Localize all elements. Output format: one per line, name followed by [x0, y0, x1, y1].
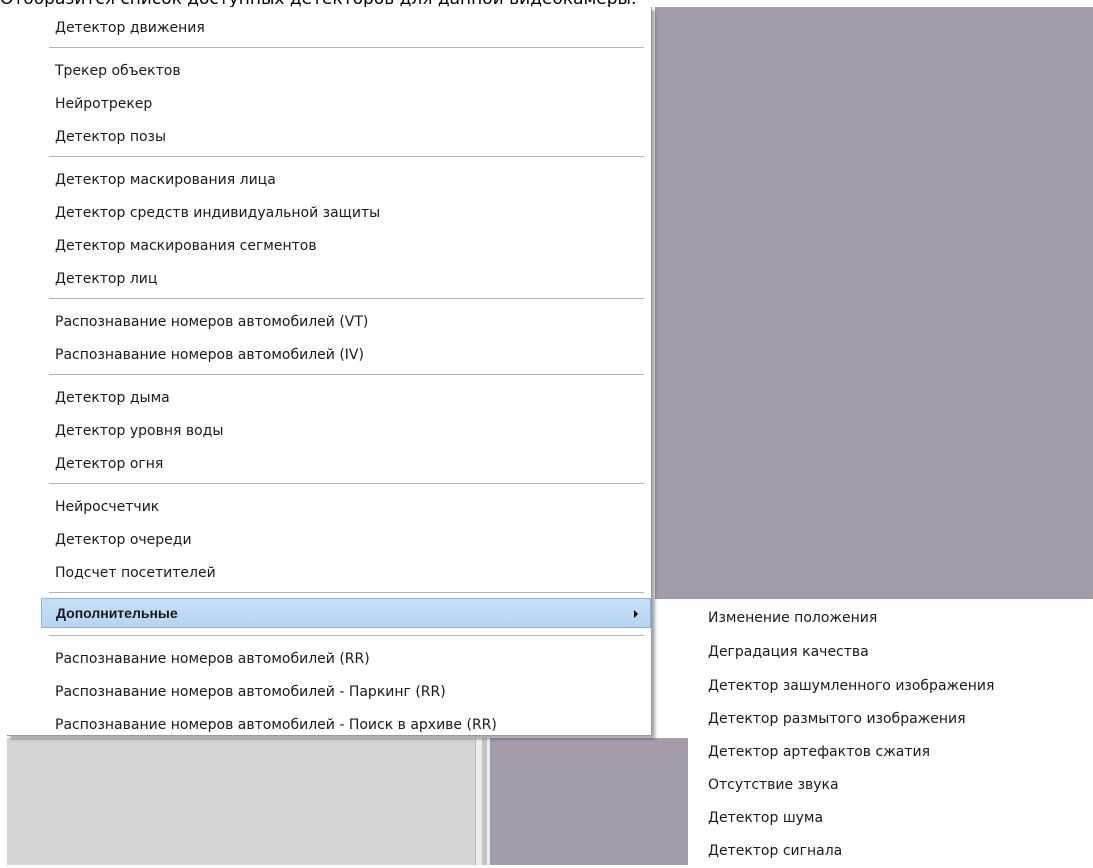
menu-separator [49, 592, 644, 594]
submenu-item-position-change[interactable]: Изменение положения [688, 602, 1093, 635]
submenu-arrow-icon [634, 610, 638, 618]
submenu-item-no-sound[interactable]: Отсутствие звука [688, 769, 1093, 802]
menu-item-neurocounter[interactable]: Нейросчетчик [7, 492, 647, 522]
menu-item-lpr-parking-rr[interactable]: Распознавание номеров автомобилей - Парк… [7, 677, 647, 707]
menu-item-object-tracker[interactable]: Трекер объектов [7, 56, 647, 86]
menu-separator [49, 374, 644, 376]
detectors-context-menu: Детектор движения Трекер объектов Нейрот… [7, 7, 652, 736]
menu-item-fire-detector[interactable]: Детектор огня [7, 449, 647, 479]
menu-item-visitor-counter[interactable]: Подсчет посетителей [7, 558, 647, 588]
menu-item-lpr-archive-search-rr[interactable]: Распознавание номеров автомобилей - Поис… [7, 710, 647, 740]
video-area [655, 7, 1093, 599]
menu-item-water-level-detector[interactable]: Детектор уровня воды [7, 416, 647, 446]
submenu-item-noise-detector[interactable]: Детектор шума [688, 802, 1093, 835]
menu-item-lpr-rr[interactable]: Распознавание номеров автомобилей (RR) [7, 644, 647, 674]
menu-item-lpr-vt[interactable]: Распознавание номеров автомобилей (VT) [7, 307, 647, 337]
menu-item-neurotracker[interactable]: Нейротрекер [7, 89, 647, 119]
menu-item-smoke-detector[interactable]: Детектор дыма [7, 383, 647, 413]
panel-splitter[interactable] [475, 738, 491, 865]
submenu-item-noisy-image-detector[interactable]: Детектор зашумленного изображения [688, 670, 1093, 703]
submenu-item-signal-detector[interactable]: Детектор сигнала [688, 835, 1093, 868]
submenu-item-compression-artifacts-detector[interactable]: Детектор артефактов сжатия [688, 736, 1093, 769]
menu-item-face-detector[interactable]: Детектор лиц [7, 264, 647, 294]
menu-separator [49, 298, 644, 300]
menu-separator [49, 47, 644, 49]
menu-item-queue-detector[interactable]: Детектор очереди [7, 525, 647, 555]
menu-item-ppe-detector[interactable]: Детектор средств индивидуальной защиты [7, 198, 647, 228]
video-area-bottom [490, 738, 688, 865]
menu-item-additional-label: Дополнительные [56, 605, 178, 621]
submenu-item-blurred-image-detector[interactable]: Детектор размытого изображения [688, 703, 1093, 736]
menu-item-pose-detector[interactable]: Детектор позы [7, 122, 647, 152]
menu-item-segment-mask-detector[interactable]: Детектор маскирования сегментов [7, 231, 647, 261]
menu-item-additional[interactable]: Дополнительные [41, 598, 651, 628]
additional-submenu: Изменение положения Деградация качества … [688, 599, 1093, 865]
menu-item-motion-detector[interactable]: Детектор движения [7, 13, 647, 43]
menu-separator [49, 483, 644, 485]
menu-item-face-mask-detector[interactable]: Детектор маскирования лица [7, 165, 647, 195]
submenu-item-quality-degradation[interactable]: Деградация качества [688, 636, 1093, 669]
menu-separator [49, 635, 644, 637]
background-panel [7, 738, 475, 865]
menu-separator [49, 156, 644, 158]
menu-item-lpr-iv[interactable]: Распознавание номеров автомобилей (IV) [7, 340, 647, 370]
